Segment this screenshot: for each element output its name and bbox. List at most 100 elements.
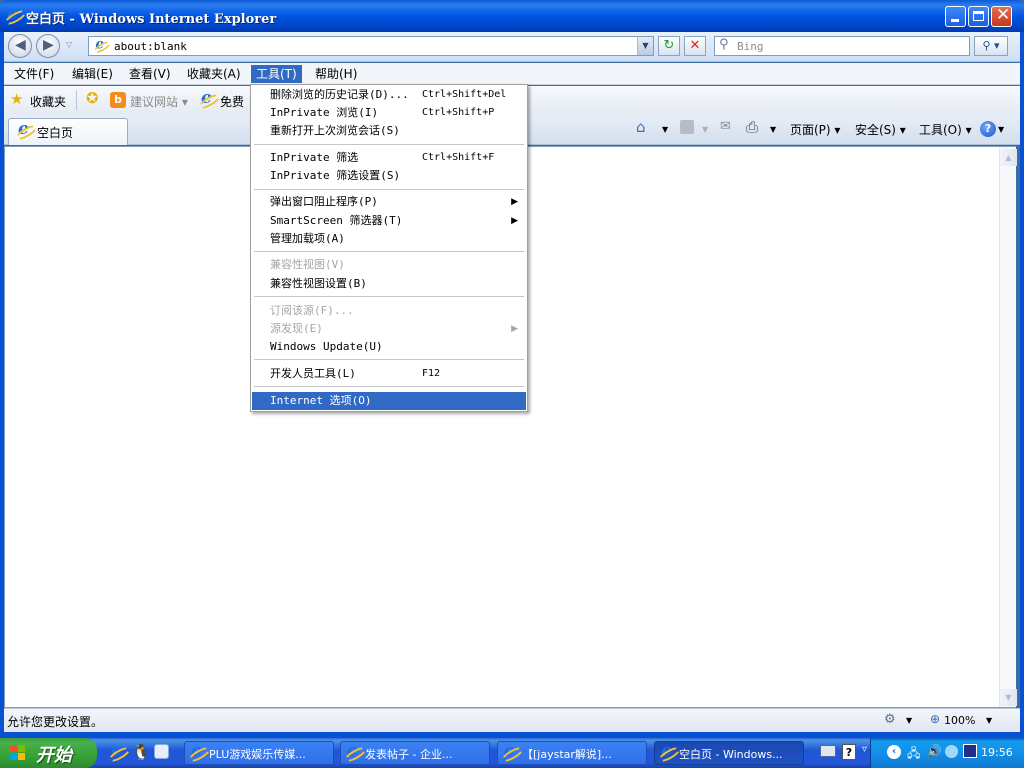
favorites-button[interactable]: 收藏夹 [30,93,66,110]
status-text: 允许您更改设置。 [7,715,104,729]
taskbar-item-1[interactable]: PLU游戏娱乐传媒... [184,741,334,765]
tab-blank-page[interactable]: 空白页 [8,118,128,145]
taskbar-item-2[interactable]: 发表帖子 - 企业... [340,741,490,765]
protected-mode-icon[interactable]: ⚙ [884,712,896,727]
protected-dropdown-icon[interactable]: ▼ [906,716,912,725]
vertical-scrollbar[interactable]: ▲ ▼ [999,147,1017,707]
quicklaunch-browser-icon[interactable] [154,744,169,759]
page-menu-button[interactable]: 页面(P) ▾ [790,121,840,138]
submenu-arrow-icon: ▶ [511,324,518,334]
submenu-arrow-icon: ▶ [511,197,518,207]
volume-icon[interactable]: 🔊 [927,744,942,758]
menu-item-inprivate-filtering[interactable]: InPrivate 筛选 Ctrl+Shift+F [252,149,526,167]
taskbar-item-3[interactable]: 【[jaystar解说]... [497,741,647,765]
back-button[interactable]: ◀ [8,34,32,58]
minimize-button[interactable] [945,6,966,27]
quicklaunch-qq-icon[interactable]: 🐧 [132,743,151,761]
stop-icon: ✕ [689,38,701,53]
menu-item-smartscreen-filter[interactable]: SmartScreen 筛选器(T) ▶ [252,212,526,230]
menu-favorites[interactable]: 收藏夹(A) [182,65,246,83]
menu-item-feed-discovery: 源发现(E) ▶ [252,320,526,338]
menu-item-windows-update[interactable]: Windows Update(U) [252,338,526,356]
safety-menu-button[interactable]: 安全(S) ▾ [855,121,906,138]
back-arrow-icon: ◀ [15,37,26,53]
ie-logo-icon [6,4,22,24]
address-text[interactable]: about:blank [114,40,187,53]
menu-file[interactable]: 文件(F) [9,65,59,83]
system-tray: ‹ 🖧 🔊 19:56 [870,738,1024,768]
start-button[interactable]: 开始 [0,738,97,768]
status-bar: 允许您更改设置。 ⚙ ▼ ⊕ 100% ▼ [4,708,1020,732]
page-icon [95,36,108,52]
maximize-button[interactable] [968,6,989,27]
zoom-icon[interactable]: ⊕ [930,712,940,726]
suggested-sites-icon: b [110,92,126,108]
tray-monitor-icon[interactable] [963,744,977,758]
forward-arrow-icon: ▶ [43,37,54,53]
home-dropdown-icon[interactable]: ▼ [662,125,668,134]
menu-tools[interactable]: 工具(T) [251,65,302,83]
menu-edit[interactable]: 编辑(E) [67,65,118,83]
search-icon: ⚲ ▾ [982,39,1000,52]
menu-item-popup-blocker[interactable]: 弹出窗口阻止程序(P) ▶ [252,193,526,211]
menu-item-internet-options[interactable]: Internet 选项(O) [252,392,526,410]
shortcut-text: Ctrl+Shift+P [422,107,495,118]
close-button[interactable]: ✕ [991,5,1012,27]
home-icon[interactable]: ⌂ [636,118,646,136]
shortcut-text: F12 [422,368,441,379]
zoom-level[interactable]: 100% [944,714,975,727]
taskbar-item-4[interactable]: 空白页 - Windows... [654,741,804,765]
menu-item-compatibility-view: 兼容性视图(V) [270,258,345,271]
favbar-divider [76,90,77,110]
shortcut-text: Ctrl+Shift+F [422,152,495,163]
scroll-up-icon[interactable]: ▲ [1000,149,1017,166]
favorites-star-icon: ★ [10,90,24,108]
search-button[interactable]: ⚲ ▾ [974,36,1008,56]
help-icon[interactable]: ? [980,121,996,137]
help-tray-icon[interactable]: ? [842,744,856,760]
menu-item-subscribe-feed: 订阅该源(F)... [270,304,354,317]
menu-item-inprivate-filtering-settings[interactable]: InPrivate 筛选设置(S) [252,167,526,185]
menu-view[interactable]: 查看(V) [124,65,176,83]
clock[interactable]: 19:56 [981,746,1013,759]
forward-button[interactable]: ▶ [36,34,60,58]
stop-button[interactable]: ✕ [684,36,706,56]
print-dropdown-icon[interactable]: ▼ [770,125,776,134]
shortcut-text: Ctrl+Shift+Del [422,89,507,100]
refresh-button[interactable]: ↻ [658,36,680,56]
menu-item-developer-tools[interactable]: 开发人员工具(L) F12 [252,365,526,383]
quicklaunch-ie-icon[interactable] [110,741,126,761]
feeds-dropdown-icon[interactable]: ▼ [702,125,708,134]
keyboard-icon[interactable] [820,745,836,757]
network-icon[interactable]: 🖧 [907,744,920,765]
help-dropdown-icon[interactable]: ▼ [998,125,1004,134]
recent-pages-dropdown-icon[interactable]: ▽ [66,40,72,49]
menu-item-manage-addons[interactable]: 管理加载项(A) [252,230,526,248]
zoom-dropdown-icon[interactable]: ▼ [986,716,992,725]
address-dropdown-button[interactable]: ▼ [637,37,653,55]
tools-menu-button[interactable]: 工具(O) ▾ [919,121,972,138]
add-favorite-icon[interactable]: ✪ [86,89,99,107]
windows-logo-icon [10,745,26,761]
menu-item-reopen-session[interactable]: 重新打开上次浏览会话(S) [252,122,526,140]
suggested-sites-button[interactable]: 建议网站 ▾ [130,93,188,110]
scroll-down-icon[interactable]: ▼ [1000,689,1017,706]
feeds-icon[interactable] [680,120,694,134]
tray-options-icon[interactable]: ▿ [862,744,867,755]
tray-collapse-icon[interactable]: ‹ [887,745,901,759]
read-mail-icon[interactable]: ✉ [720,119,731,134]
menu-item-inprivate-browsing[interactable]: InPrivate 浏览(I) Ctrl+Shift+P [252,104,526,122]
menu-separator [254,144,524,145]
print-icon[interactable]: ⎙ [746,118,758,136]
tools-dropdown-menu: 删除浏览的历史记录(D)... Ctrl+Shift+Del InPrivate… [250,84,528,412]
search-box[interactable]: ⚲ Bing [714,36,970,56]
tab-title: 空白页 [37,126,74,140]
menu-item-compatibility-view-settings[interactable]: 兼容性视图设置(B) [252,275,526,293]
search-placeholder[interactable]: Bing [737,40,764,53]
tab-page-icon [17,119,33,139]
address-bar[interactable]: about:blank ▼ [88,36,654,56]
free-hotmail-link[interactable]: 免费 [220,93,244,110]
menu-item-delete-history[interactable]: 删除浏览的历史记录(D)... Ctrl+Shift+Del [252,86,526,104]
menu-help[interactable]: 帮助(H) [310,65,362,83]
tray-app-icon[interactable] [945,745,958,758]
